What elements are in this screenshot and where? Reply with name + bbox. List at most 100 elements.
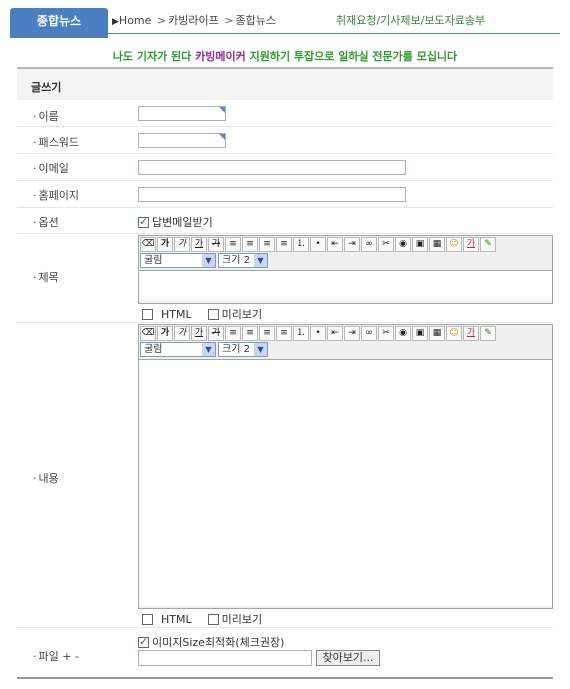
align-right-icon[interactable]: ≡ bbox=[259, 326, 275, 341]
image-optimize-checkbox[interactable] bbox=[138, 635, 149, 648]
email-input[interactable] bbox=[138, 160, 406, 175]
indent-icon[interactable]: ⇥ bbox=[344, 237, 360, 252]
strike-icon[interactable]: 가 bbox=[208, 237, 224, 252]
homepage-label: 홈페이지 bbox=[33, 187, 79, 203]
italic-icon[interactable]: 가 bbox=[174, 237, 190, 252]
bold-icon[interactable]: 가 bbox=[157, 326, 173, 341]
content-html-checkbox[interactable] bbox=[142, 613, 153, 625]
align-center-icon[interactable]: ≡ bbox=[242, 237, 258, 252]
link-icon[interactable]: ∞ bbox=[361, 237, 377, 252]
outdent-icon[interactable]: ⇤ bbox=[327, 326, 343, 341]
table-icon[interactable]: ▦ bbox=[429, 237, 445, 252]
write-form: 글쓰기 이름 패스워드 이메일 홈페이지 옵션 답변메일받기 제목 ⌫가가가가≡… bbox=[17, 67, 553, 670]
emoticon-icon[interactable]: ☺ bbox=[446, 237, 462, 252]
email-row: 이메일 bbox=[17, 154, 553, 181]
italic-icon[interactable]: 가 bbox=[174, 326, 190, 341]
name-row: 이름 bbox=[17, 100, 553, 127]
underline-icon[interactable]: 가 bbox=[191, 326, 207, 341]
highlight-icon[interactable]: ✎ bbox=[480, 326, 496, 341]
banner-text-2: 카빙메이커 bbox=[195, 50, 246, 63]
content-preview-label: 미리보기 bbox=[221, 613, 263, 626]
subject-textarea[interactable] bbox=[139, 270, 552, 301]
subject-options: HTML 미리보기 bbox=[138, 306, 262, 322]
content-html-label: HTML bbox=[161, 612, 192, 626]
strike-icon[interactable]: 가 bbox=[208, 326, 224, 341]
chevron-down-icon: ▼ bbox=[254, 343, 267, 356]
size-select[interactable]: 크기 2 ▼ bbox=[218, 253, 268, 268]
flash-icon[interactable]: ◉ bbox=[395, 237, 411, 252]
top-bar: 종합뉴스 ▶Home > 카빙라이프 > 종합뉴스 취재요청/기사제보/보도자료송부 bbox=[0, 0, 570, 40]
subject-html-checkbox[interactable] bbox=[142, 308, 153, 320]
chevron-right-icon: > bbox=[156, 14, 167, 27]
unlink-icon[interactable]: ✂ bbox=[378, 326, 394, 341]
password-label: 패스워드 bbox=[33, 134, 79, 150]
align-left-icon[interactable]: ≡ bbox=[225, 326, 241, 341]
eraser-icon[interactable]: ⌫ bbox=[140, 237, 156, 252]
highlight-icon[interactable]: ✎ bbox=[480, 237, 496, 252]
content-textarea[interactable] bbox=[139, 359, 552, 606]
name-input[interactable] bbox=[138, 106, 226, 121]
unordered-list-icon[interactable]: • bbox=[310, 326, 326, 341]
ordered-list-icon[interactable]: ⒈ bbox=[293, 326, 309, 341]
subject-format-bar: 굴림 ▼ 크기 2 ▼ bbox=[139, 252, 552, 270]
outdent-icon[interactable]: ⇤ bbox=[327, 237, 343, 252]
breadcrumb-news[interactable]: 종합뉴스 bbox=[235, 14, 275, 27]
align-right-icon[interactable]: ≡ bbox=[259, 237, 275, 252]
chevron-down-icon: ▼ bbox=[202, 343, 215, 356]
font-select[interactable]: 굴림 ▼ bbox=[140, 253, 216, 268]
reply-mail-label: 답변메일받기 bbox=[152, 216, 213, 229]
content-toolbar: ⌫ 가 가 가 가 ≡ ≡ ≡ ≡ ⒈ • ⇤ ⇥ ∞ ✂ ◉ ▣ ▦ ☺ 가 ✎ bbox=[139, 325, 552, 341]
ordered-list-icon[interactable]: ⒈ bbox=[293, 237, 309, 252]
browse-button[interactable]: 찾아보기... bbox=[315, 650, 381, 666]
homepage-input[interactable] bbox=[138, 187, 406, 202]
content-preview-checkbox[interactable] bbox=[207, 613, 219, 625]
unlink-icon[interactable]: ✂ bbox=[378, 237, 394, 252]
subject-html-label: HTML bbox=[161, 307, 192, 321]
link-icon[interactable]: ∞ bbox=[361, 326, 377, 341]
unordered-list-icon[interactable]: • bbox=[310, 237, 326, 252]
subject-row: 제목 ⌫가가가가≡≡≡≡⒈•⇤⇥∞✂◉▣▦☺가✎ 굴림▼ 크기 2▼ HTML미… bbox=[17, 234, 553, 323]
banner-text-1: 나도 기자가 된다 bbox=[112, 50, 196, 63]
report-links[interactable]: 취재요청/기사제보/보도자료송부 bbox=[336, 12, 485, 28]
emoticon-icon[interactable]: ☺ bbox=[446, 326, 462, 341]
image-icon[interactable]: ▣ bbox=[412, 237, 428, 252]
image-icon[interactable]: ▣ bbox=[412, 326, 428, 341]
align-center-icon[interactable]: ≡ bbox=[242, 326, 258, 341]
image-optimize-option: 이미지Size최적화(체크권장) bbox=[138, 634, 284, 650]
align-left-icon[interactable]: ≡ bbox=[225, 237, 241, 252]
underline-icon[interactable]: 가 bbox=[191, 237, 207, 252]
justify-icon[interactable]: ≡ bbox=[276, 237, 292, 252]
breadcrumb: ▶Home > 카빙라이프 > 종합뉴스 bbox=[112, 12, 276, 28]
flash-icon[interactable]: ◉ bbox=[395, 326, 411, 341]
reply-mail-checkbox[interactable] bbox=[138, 215, 149, 228]
form-title: 글쓰기 bbox=[17, 67, 553, 100]
subject-preview-checkbox[interactable] bbox=[207, 308, 219, 320]
homepage-row: 홈페이지 bbox=[17, 181, 553, 208]
subject-label: 제목 bbox=[33, 269, 59, 285]
bottom-divider bbox=[17, 677, 553, 679]
font-select[interactable]: 굴림 ▼ bbox=[140, 342, 216, 357]
file-path-input[interactable] bbox=[138, 650, 312, 666]
content-options: HTML 미리보기 bbox=[138, 611, 262, 627]
subject-editor: ⌫ 가 가 가 가 ≡ ≡ ≡ ≡ ⒈ • ⇤ ⇥ ∞ ✂ ◉ ▣ ▦ ☺ 가 ✎ 굴림 ▼ 크기 2 ▼ bbox=[138, 235, 553, 304]
breadcrumb-carving-life[interactable]: 카빙라이프 bbox=[168, 14, 219, 27]
file-row: 파일 + - 이미지Size최적화(체크권장) 찾아보기... bbox=[17, 628, 553, 670]
font-select-value: 굴림 bbox=[144, 255, 163, 266]
chevron-down-icon: ▼ bbox=[254, 254, 267, 267]
breadcrumb-home[interactable]: Home bbox=[119, 14, 151, 27]
bold-icon[interactable]: 가 bbox=[157, 237, 173, 252]
reply-mail-option: 답변메일받기 bbox=[138, 214, 213, 230]
eraser-icon[interactable]: ⌫ bbox=[140, 326, 156, 341]
font-color-icon[interactable]: 가 bbox=[463, 237, 479, 252]
indent-icon[interactable]: ⇥ bbox=[344, 326, 360, 341]
password-input[interactable] bbox=[138, 133, 226, 148]
font-color-icon[interactable]: 가 bbox=[463, 326, 479, 341]
table-icon[interactable]: ▦ bbox=[429, 326, 445, 341]
content-editor: ⌫ 가 가 가 가 ≡ ≡ ≡ ≡ ⒈ • ⇤ ⇥ ∞ ✂ ◉ ▣ ▦ ☺ 가 ✎ 굴림 ▼ 크기 2 ▼ bbox=[138, 324, 553, 609]
size-select[interactable]: 크기 2 ▼ bbox=[218, 342, 268, 357]
recruit-banner: 나도 기자가 된다 카빙메이커 지원하기 투잡으로 일하실 전문가를 모십니다 bbox=[0, 48, 570, 64]
banner-text-3: 지원하기 투잡으로 일하실 전문가를 모십니다 bbox=[245, 50, 458, 63]
subject-preview-label: 미리보기 bbox=[221, 308, 263, 321]
size-select-value: 크기 2 bbox=[222, 255, 250, 266]
justify-icon[interactable]: ≡ bbox=[276, 326, 292, 341]
